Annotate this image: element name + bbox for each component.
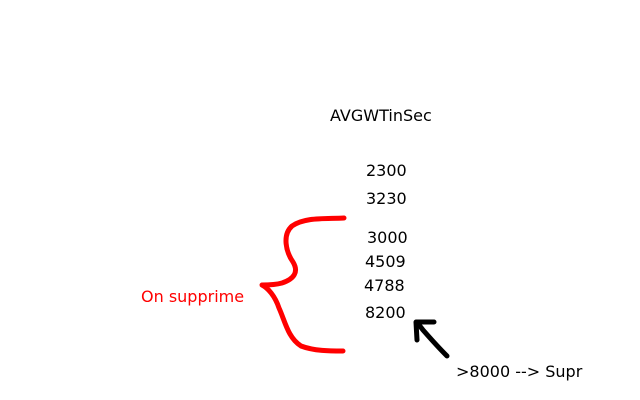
annotation-right: >8000 --> Supr (456, 362, 583, 381)
annotation-left: On supprime (141, 287, 245, 306)
curly-brace-icon (259, 215, 347, 354)
arrow-up-left-icon (413, 319, 450, 359)
ink-layer (259, 215, 450, 359)
